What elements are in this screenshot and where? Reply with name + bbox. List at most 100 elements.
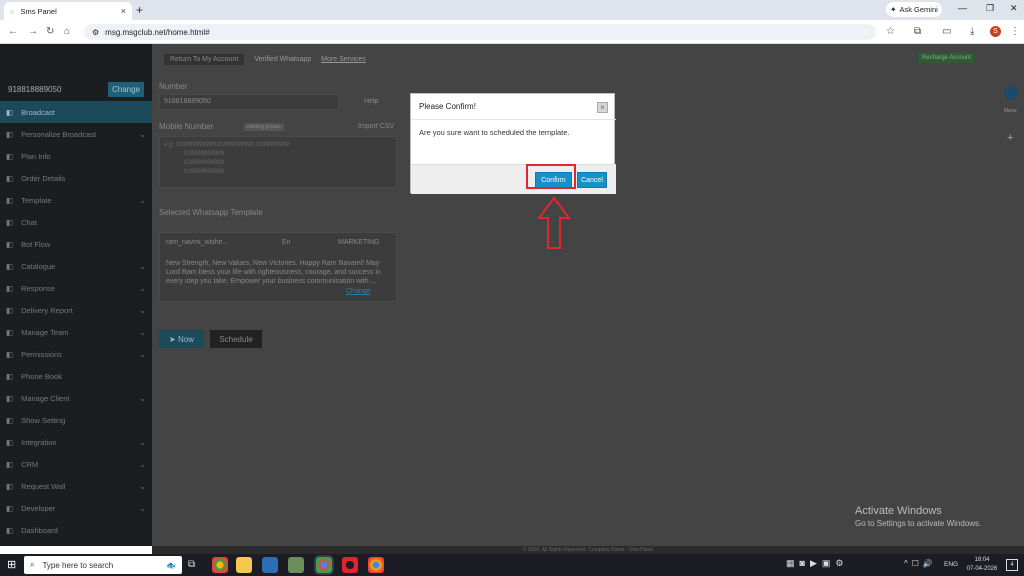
ask-gemini-button[interactable]: ✦ Ask Gemini xyxy=(886,2,942,17)
address-bar[interactable]: ⚙ msg.msgclub.net/home.html# xyxy=(84,24,876,40)
sidebar-item-label: Manage Client xyxy=(21,393,70,403)
sidebar-item[interactable]: ◧ Catalogue ⌄ xyxy=(0,255,152,277)
task-view-icon[interactable]: ⧉ xyxy=(188,559,195,570)
sidebar-item[interactable]: ◧ Template ⌄ xyxy=(0,189,152,211)
menu-circle-icon[interactable] xyxy=(1004,86,1018,100)
site-info-icon[interactable]: ⚙ xyxy=(92,28,99,37)
windows-start-icon[interactable]: ⊞ xyxy=(7,558,16,571)
sidebar-item[interactable]: ◧ Response ⌄ xyxy=(0,277,152,299)
chevron-down-icon: ⌄ xyxy=(139,283,146,293)
change-account-button[interactable]: Change xyxy=(107,81,144,97)
chevron-down-icon: ⌄ xyxy=(139,129,146,139)
sidebar-item[interactable]: ◧ Manage Team ⌄ xyxy=(0,321,152,343)
import-csv-link[interactable]: Import CSV xyxy=(358,123,394,130)
sidebar-item-label: Dashboard xyxy=(21,525,58,535)
clock[interactable]: 18:04 07-04-2026 xyxy=(964,556,1000,574)
app-icon-green[interactable] xyxy=(288,557,304,573)
app-icon-blue[interactable] xyxy=(262,557,278,573)
sidebar-item-label: Plan Info xyxy=(21,151,51,161)
close-window-icon[interactable]: ✕ xyxy=(1010,3,1018,14)
sidebar-item[interactable]: ◧ Delivery Report ⌄ xyxy=(0,299,152,321)
sidebar-item-icon: ◧ xyxy=(6,107,14,117)
chevron-down-icon: ⌄ xyxy=(139,195,146,205)
help-button[interactable]: Help xyxy=(364,98,378,105)
change-template-link[interactable]: Change xyxy=(346,288,371,295)
menu-kebab-icon[interactable]: ⋮ xyxy=(1010,26,1020,37)
language-indicator[interactable]: ENG xyxy=(944,561,958,568)
chevron-down-icon: ⌄ xyxy=(139,305,146,315)
maximize-icon[interactable]: ❐ xyxy=(986,3,994,14)
menu-label: Menu xyxy=(1004,108,1017,114)
chrome-profile-icon[interactable] xyxy=(368,557,384,573)
sidebar-item[interactable]: ◧ Manage Client ⌄ xyxy=(0,387,152,409)
sidebar-item[interactable]: ◧ Broadcast xyxy=(0,101,152,123)
file-explorer-icon[interactable] xyxy=(236,557,252,573)
new-tab-button[interactable]: + xyxy=(136,3,143,17)
return-account-button[interactable]: Return To My Account xyxy=(164,53,245,65)
tray-system-icons[interactable]: ^☐🔊 xyxy=(904,559,937,568)
account-number: 918818889050 xyxy=(8,84,62,94)
search-placeholder: Type here to search xyxy=(42,560,114,570)
sidebar-item[interactable]: ◧ Personalize Broadcast ⌄ xyxy=(0,123,152,145)
sidebar-item[interactable]: ◧ Show Setting xyxy=(0,409,152,431)
extensions-icon[interactable]: ⧉ xyxy=(914,26,921,37)
home-icon[interactable]: ⌂ xyxy=(64,26,70,37)
sidebar-item[interactable]: ◧ Dashboard xyxy=(0,519,152,541)
profile-avatar[interactable]: S xyxy=(990,26,1001,37)
cast-icon[interactable]: ▭ xyxy=(942,26,951,37)
dialog-close-icon[interactable]: × xyxy=(597,102,608,113)
mobile-placeholder: e.g. 919999999999,91999999999,9199999999 xyxy=(164,142,290,148)
sidebar-item-icon: ◧ xyxy=(6,195,14,205)
sidebar-item[interactable]: ◧ Order Details xyxy=(0,167,152,189)
more-services-link[interactable]: More Services xyxy=(321,56,366,63)
chrome-app-icon[interactable] xyxy=(212,557,228,573)
sidebar-item[interactable]: ◧ Request Wall ⌄ xyxy=(0,475,152,497)
existing-groups-tag[interactable]: existing groups xyxy=(244,123,284,131)
plus-icon[interactable]: + xyxy=(1007,132,1013,144)
sidebar-item[interactable]: ◧ Developer ⌄ xyxy=(0,497,152,519)
sidebar-item-label: Personalize Broadcast xyxy=(21,129,97,139)
number-select[interactable]: 918818889050 xyxy=(159,94,339,110)
browser-tab[interactable]: ◌ Sms Panel × xyxy=(4,2,132,20)
recharge-account-button[interactable]: Recharge Account xyxy=(918,53,976,63)
bookmark-star-icon[interactable]: ☆ xyxy=(886,26,895,37)
sidebar-item[interactable]: ◧ Chat xyxy=(0,211,152,233)
sidebar-item-label: Show Setting xyxy=(21,415,66,425)
sidebar-item[interactable]: ◧ Bot Flow xyxy=(0,233,152,255)
back-icon[interactable]: ← xyxy=(8,26,18,37)
sidebar-item[interactable]: ◧ Plan Info xyxy=(0,145,152,167)
schedule-button[interactable]: Schedule xyxy=(210,330,262,348)
opera-icon[interactable] xyxy=(342,557,358,573)
sidebar-item-icon: ◧ xyxy=(6,437,14,447)
up-arrow-icon xyxy=(537,196,571,249)
taskbar-search[interactable]: ⌕ Type here to search 🐟 xyxy=(24,556,182,574)
sidebar-item[interactable]: ◧ Phone Book xyxy=(0,365,152,387)
verified-whatsapp-dropdown[interactable]: Verified Whatsapp xyxy=(254,56,311,63)
chevron-down-icon: ⌄ xyxy=(139,437,146,447)
chevron-down-icon: ⌄ xyxy=(139,327,146,337)
chrome-active-icon[interactable] xyxy=(314,555,334,575)
cancel-button[interactable]: Cancel xyxy=(577,172,607,188)
confirm-dialog: Please Confirm! × Are you sure want to s… xyxy=(410,93,616,194)
sidebar-item-icon: ◧ xyxy=(6,283,14,293)
sidebar-item[interactable]: ◧ Integration ⌄ xyxy=(0,431,152,453)
forward-icon[interactable]: → xyxy=(28,26,38,37)
close-tab-icon[interactable]: × xyxy=(121,6,126,16)
reload-icon[interactable]: ↻ xyxy=(46,26,54,37)
sidebar-item-icon: ◧ xyxy=(6,239,14,249)
date: 07-04-2026 xyxy=(966,566,998,572)
mobile-number-textarea[interactable]: e.g. 919999999999,91999999999,9199999999… xyxy=(159,136,397,188)
sidebar-item[interactable]: ◧ CRM ⌄ xyxy=(0,453,152,475)
time: 18:04 xyxy=(974,557,990,563)
notification-icon[interactable]: 4 xyxy=(1006,559,1018,571)
minimize-icon[interactable]: — xyxy=(958,3,967,13)
sidebar-item-icon: ◧ xyxy=(6,459,14,469)
tray-apps-icons[interactable]: ▦◙▶▣⚙ xyxy=(786,558,848,569)
send-now-button[interactable]: ➤ Now xyxy=(159,330,204,348)
fish-widget-icon: 🐟 xyxy=(166,560,176,570)
template-language: En xyxy=(282,239,291,246)
sidebar-item[interactable]: ◧ Permissions ⌄ xyxy=(0,343,152,365)
download-icon[interactable]: ⤓ xyxy=(970,26,974,37)
mobile-value: 919999999999 xyxy=(184,151,225,157)
browser-tabbar xyxy=(0,0,1024,20)
